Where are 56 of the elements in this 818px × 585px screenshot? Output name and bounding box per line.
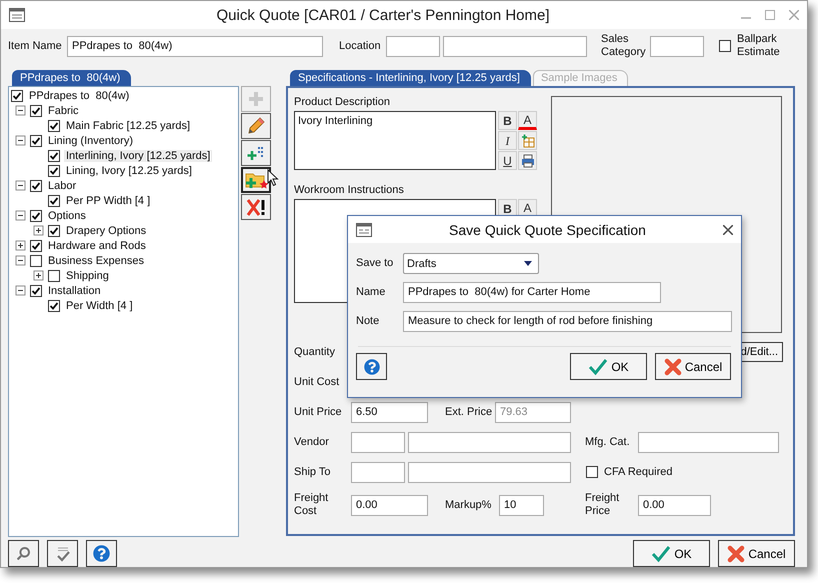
field-label: Freight Price <box>585 492 620 518</box>
checkbox-label: CFA Required <box>604 466 672 478</box>
freight-cost-field[interactable]: 0.00 <box>351 494 428 516</box>
field-label: Name <box>356 286 386 299</box>
font-color-button[interactable]: A <box>518 111 537 130</box>
field-label: Quantity <box>294 346 336 358</box>
tree-item[interactable]: Lining (Inventory) <box>46 134 135 146</box>
field-label: Mfg. Cat. <box>585 436 631 448</box>
field-label: Save to <box>356 257 394 270</box>
tree-item[interactable]: Business Expenses <box>46 254 146 266</box>
tree-item[interactable]: Labor <box>46 180 78 192</box>
unit-price-field[interactable]: 6.50 <box>351 402 428 422</box>
field-label: Sales Category <box>601 33 647 59</box>
product-description-field[interactable]: Ivory Interlining <box>294 111 496 170</box>
ok-button[interactable]: OK <box>570 353 647 380</box>
tree-item[interactable]: PPdrapes to 80(4w) <box>27 90 132 102</box>
dialog-title: Save Quick Quote Specification <box>448 222 647 238</box>
tree-item[interactable]: Installation <box>46 284 103 296</box>
field-label: Freight Cost <box>294 492 330 518</box>
item-name-field[interactable]: PPdrapes to 80(4w) <box>67 36 323 56</box>
markup-field[interactable]: 10 <box>499 494 544 516</box>
field-label: Ext. Price <box>445 406 494 418</box>
cancel-button[interactable]: Cancel <box>718 540 795 567</box>
note-field[interactable]: Measure to check for length of rod before finishing <box>403 311 732 332</box>
tree-item[interactable]: Main Fabric [12.25 yards] <box>64 120 192 132</box>
bold-button[interactable]: B <box>498 111 517 130</box>
freight-price-field[interactable]: 0.00 <box>638 494 711 516</box>
field-label: Product Description <box>294 96 391 109</box>
tree-item[interactable]: Per PP Width [4 ] <box>64 194 152 206</box>
field-label: Vendor <box>294 436 330 448</box>
spec-tab[interactable]: Specifications - Interlining, Ivory [12.25 yards] <box>290 70 531 86</box>
tree-item[interactable]: Fabric <box>46 104 81 116</box>
field-label: Location <box>339 40 382 52</box>
tree-item[interactable]: Interlining, Ivory [12.25 yards] <box>64 150 212 162</box>
tree-item[interactable]: Shipping <box>64 270 111 282</box>
field-label: Unit Cost <box>294 376 340 388</box>
tree-item[interactable]: Lining, Ivory [12.25 yards] <box>64 164 194 176</box>
field-label: Ship To <box>294 466 332 478</box>
tree-tab[interactable]: PPdrapes to 80(4w) <box>12 70 132 86</box>
cancel-button[interactable]: Cancel <box>655 353 731 380</box>
field-label: Markup% <box>445 498 492 512</box>
tree-item[interactable]: Drapery Options <box>64 224 148 236</box>
tree-item[interactable]: Options <box>46 210 88 222</box>
name-field[interactable]: PPdrapes to 80(4w) for Carter Home <box>403 282 661 303</box>
window-title: Quick Quote [CAR01 / Carter's Pennington Home] <box>215 6 551 24</box>
ok-button[interactable]: OK <box>633 540 710 567</box>
tree-item[interactable]: Hardware and Rods <box>46 240 148 252</box>
checkbox-label: Ballpark Estimate <box>737 33 781 59</box>
field-label: Item Name <box>8 40 63 52</box>
field-label: Workroom Instructions <box>294 184 405 197</box>
underline-button[interactable]: U <box>498 151 517 170</box>
tree-item[interactable]: Per Width [4 ] <box>64 300 135 312</box>
field-label: Note <box>356 315 380 328</box>
italic-button[interactable]: I <box>498 131 517 150</box>
save-to-dropdown[interactable]: Drafts <box>403 253 539 274</box>
field-label: Unit Price <box>294 406 343 418</box>
